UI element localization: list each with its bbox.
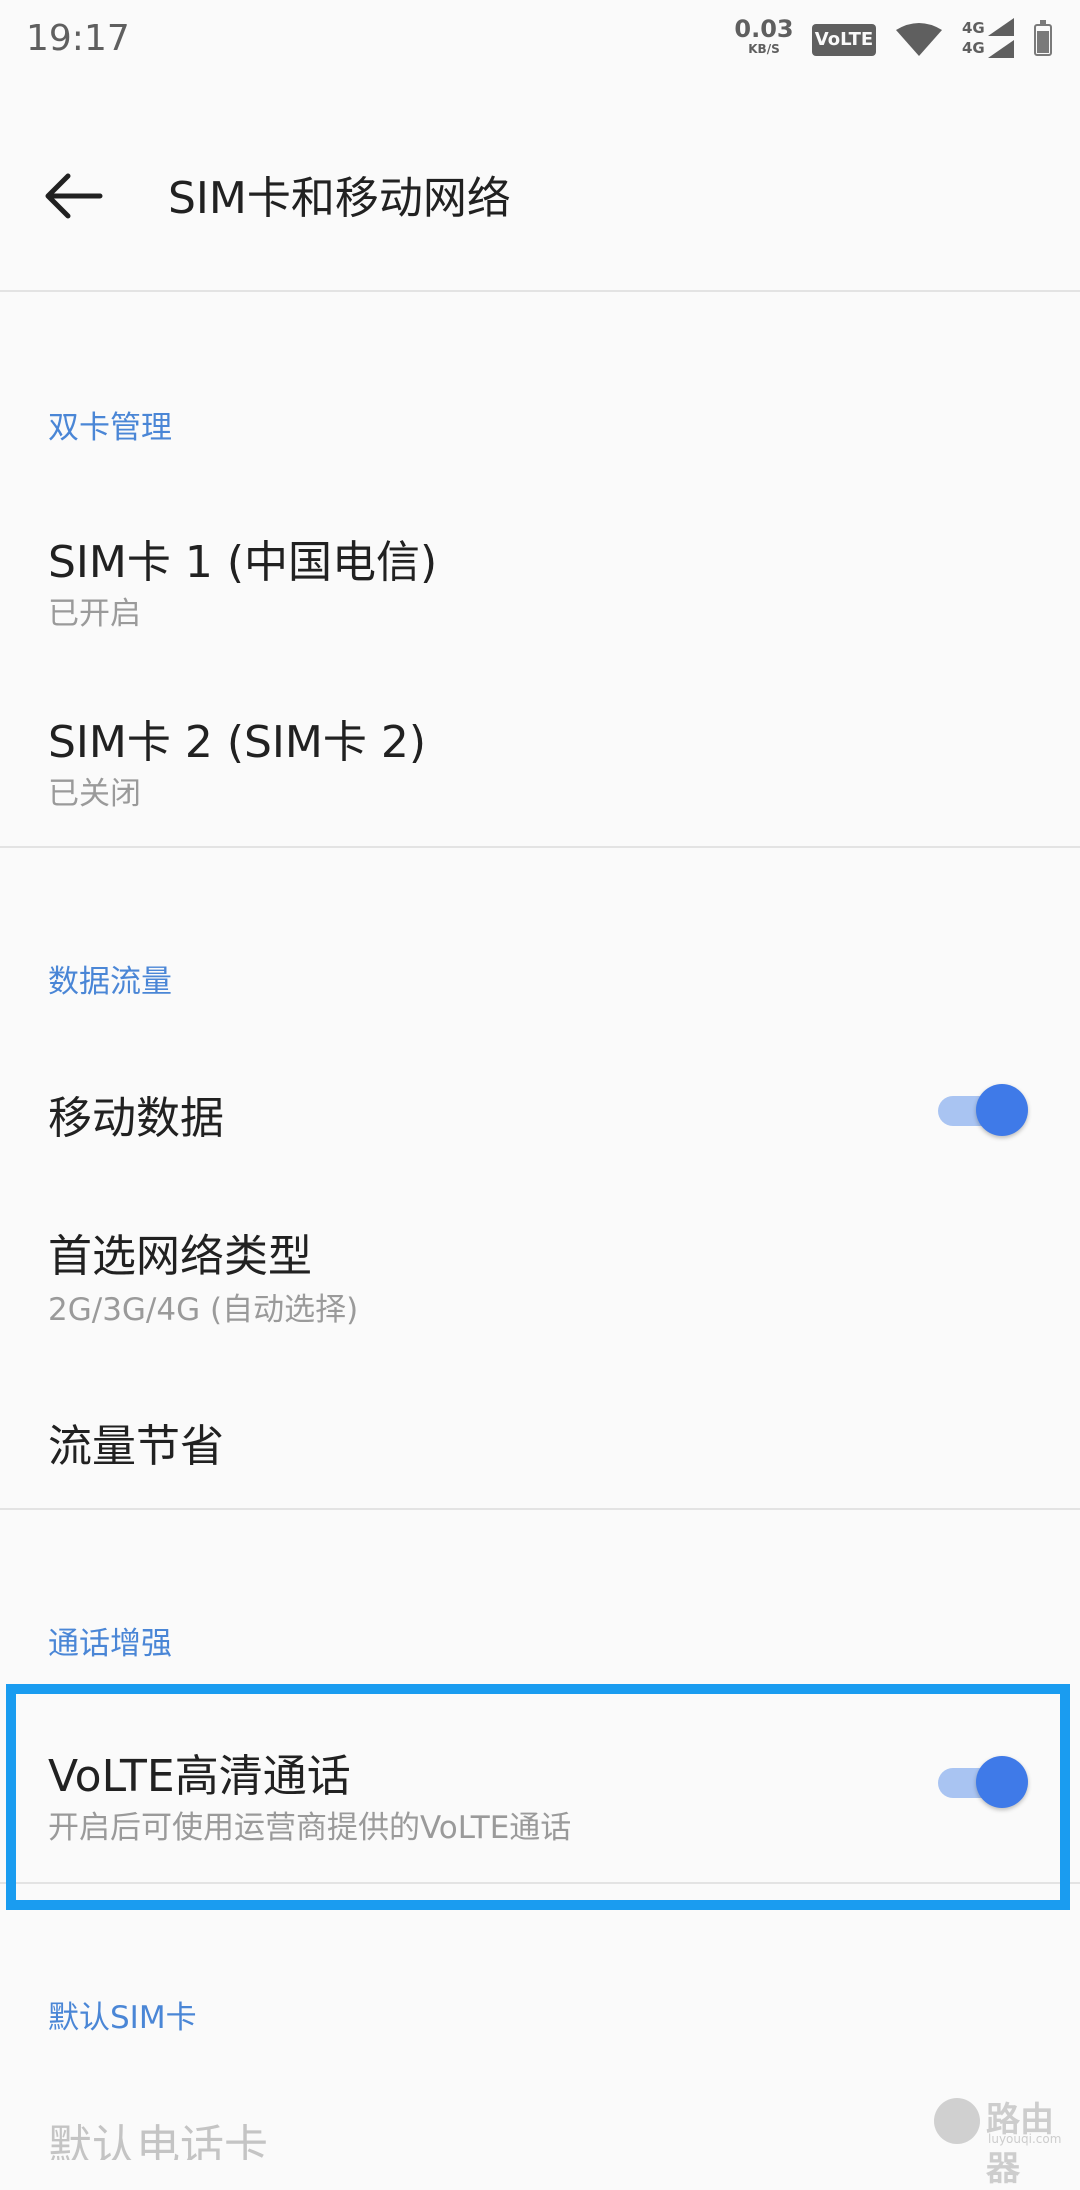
toolbar: SIM卡和移动网络 bbox=[0, 80, 1080, 292]
network-speed: 0.03 KB/S bbox=[732, 16, 796, 56]
mobile-data-item[interactable]: 移动数据 bbox=[0, 1060, 1080, 1160]
sim2-title: SIM卡 2 (SIM卡 2) bbox=[48, 717, 427, 768]
data-saver-item[interactable]: 流量节省 bbox=[0, 1390, 1080, 1490]
status-bar: 19:17 0.03 KB/S VoLTE 4G 4G bbox=[0, 0, 1080, 80]
network-speed-value: 0.03 bbox=[734, 15, 794, 43]
watermark: 路由器 luyouqi.com bbox=[934, 2090, 1074, 2189]
sim1-title: SIM卡 1 (中国电信) bbox=[48, 537, 438, 588]
back-arrow-icon[interactable] bbox=[36, 158, 112, 234]
default-phone-item[interactable]: 默认电话卡 bbox=[0, 2100, 1080, 2160]
battery-icon bbox=[1034, 20, 1052, 56]
watermark-url: luyouqi.com bbox=[988, 2132, 1062, 2146]
section-header-call: 通话增强 bbox=[48, 1626, 172, 1662]
network-speed-unit: KB/S bbox=[748, 42, 780, 56]
signal-bars-icon bbox=[988, 18, 1014, 58]
sim2-status: 已关闭 bbox=[48, 776, 141, 812]
wifi-icon bbox=[896, 23, 942, 56]
preferred-network-item[interactable]: 首选网络类型 2G/3G/4G (自动选择) bbox=[0, 1210, 1080, 1340]
sim2-item[interactable]: SIM卡 2 (SIM卡 2) 已关闭 bbox=[0, 690, 1080, 830]
sim1-item[interactable]: SIM卡 1 (中国电信) 已开启 bbox=[0, 510, 1080, 650]
mobile-data-label: 移动数据 bbox=[48, 1093, 224, 1144]
toggle-thumb bbox=[976, 1084, 1028, 1136]
section-header-data: 数据流量 bbox=[48, 964, 172, 1000]
volte-highlight-box bbox=[6, 1684, 1070, 1910]
watermark-logo-icon bbox=[934, 2098, 980, 2144]
signal2-label: 4G bbox=[962, 39, 985, 57]
page-title: SIM卡和移动网络 bbox=[168, 173, 511, 224]
sim1-status: 已开启 bbox=[48, 596, 141, 632]
signal1-label: 4G bbox=[962, 19, 985, 37]
volte-badge: VoLTE bbox=[812, 24, 876, 56]
section-header-dual-sim: 双卡管理 bbox=[48, 410, 172, 446]
status-time: 19:17 bbox=[26, 18, 130, 59]
divider bbox=[0, 1508, 1080, 1510]
default-phone-label: 默认电话卡 bbox=[48, 2121, 268, 2160]
section-header-default-sim: 默认SIM卡 bbox=[48, 2000, 197, 2036]
data-saver-label: 流量节省 bbox=[48, 1421, 224, 1472]
mobile-data-toggle[interactable] bbox=[934, 1082, 1028, 1136]
preferred-network-value: 2G/3G/4G (自动选择) bbox=[48, 1292, 359, 1328]
divider bbox=[0, 846, 1080, 848]
cellular-signal-icon: 4G 4G bbox=[962, 18, 1014, 60]
preferred-network-label: 首选网络类型 bbox=[48, 1231, 312, 1282]
